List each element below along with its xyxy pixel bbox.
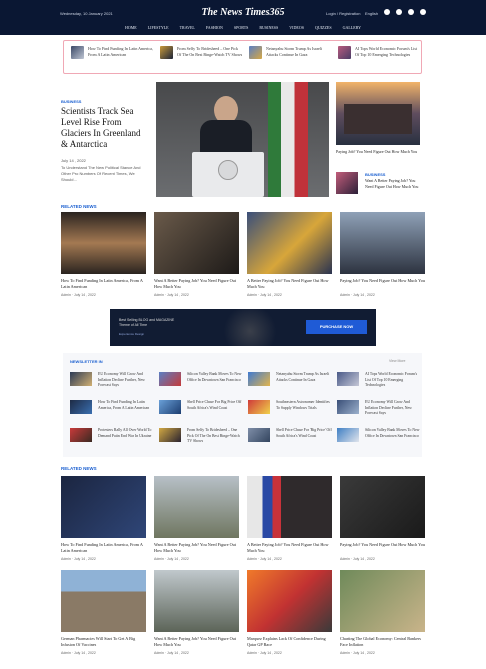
ticker-thumbnail [71, 46, 84, 59]
related-meta: Admin · July 14 , 2022 [154, 293, 189, 297]
related-meta: Admin · July 14 , 2022 [247, 557, 282, 561]
ticker-title: AI Tops World Economic Forum's List Of T… [355, 46, 418, 57]
flag-graphic [268, 82, 308, 197]
newsletter-item[interactable]: Shell Price Chase For Big Price Off Sout… [159, 400, 244, 422]
related-image[interactable] [61, 212, 146, 274]
related-image[interactable] [154, 570, 239, 632]
view-more-link[interactable]: View More [389, 359, 405, 363]
related-title[interactable]: A Better Paying Job? You Need Figure Out… [247, 542, 332, 554]
hero-date: July 14 , 2022 [61, 158, 86, 163]
related-title[interactable]: Marquez Explains Lack Of Confidence Duri… [247, 636, 332, 648]
ticker-item[interactable]: Netanyahu Storm Trump As Israeli Attacks… [249, 46, 334, 70]
ad-banner[interactable]: Best Selling BLOG and MAGAZINE Theme of A… [110, 309, 376, 346]
twitter-icon[interactable] [396, 9, 402, 15]
related-meta: Admin · July 14 , 2022 [247, 293, 282, 297]
nav-fashion[interactable]: FASHION [206, 25, 223, 30]
language-select[interactable]: English [365, 11, 378, 16]
main-nav: HOME LIFESTYLE TRAVEL FASHION SPORTS BUS… [0, 25, 486, 35]
nav-business[interactable]: BUSINESS [259, 25, 278, 30]
related-image[interactable] [340, 570, 425, 632]
related-meta: Admin · July 14 , 2022 [61, 557, 96, 561]
related-title[interactable]: Paying Job? You Need Figure Out How Much… [340, 278, 425, 284]
ticker-item[interactable]: How To Find Funding In Latin America, Fr… [71, 46, 156, 70]
hero-description: To Understand The New Political Stance A… [61, 165, 141, 182]
buildings [344, 104, 412, 134]
related-image[interactable] [247, 476, 332, 538]
ticker-title: Netanyahu Storm Trump As Israeli Attacks… [266, 46, 322, 57]
related-title[interactable]: Want A Better Paying Job? You Need Figur… [154, 278, 239, 290]
nav-videos[interactable]: VIDEOS [289, 25, 304, 30]
related-image[interactable] [247, 570, 332, 632]
related-image[interactable] [340, 212, 425, 274]
side-image[interactable] [336, 82, 420, 145]
newsletter-item[interactable]: How To Find Funding In Latin America, Fr… [70, 400, 155, 422]
related-news-heading: RELATED NEWS [61, 204, 97, 209]
ticker-thumbnail [160, 46, 173, 59]
side-caption[interactable]: Paying Job? You Need Figure Out How Much… [336, 149, 420, 155]
ticker-thumbnail [338, 46, 351, 59]
login-link[interactable]: Login / Registration [326, 11, 360, 16]
banner-image [220, 309, 280, 346]
facebook-icon[interactable] [384, 9, 390, 15]
banner-text: Best Selling BLOG and MAGAZINE Theme of A… [119, 318, 175, 327]
hero-category[interactable]: BUSINESS [61, 99, 81, 104]
related-meta: Admin · July 14 , 2022 [154, 651, 189, 655]
related-title[interactable]: How To Find Funding In Latin America, Fr… [61, 278, 146, 290]
nav-sports[interactable]: SPORTS [234, 25, 248, 30]
newsletter-heading: NEWSLETTER IN [70, 359, 103, 364]
related-news-heading-2: RELATED NEWS [61, 466, 97, 471]
related-meta: Admin · July 14 , 2022 [247, 651, 282, 655]
related-meta: Admin · July 14 , 2022 [340, 293, 375, 297]
purchase-now-button[interactable]: PURCHASE NOW [306, 320, 367, 334]
related-image[interactable] [61, 570, 146, 632]
banner-subtext: Experience Design [119, 332, 145, 336]
ticker-title: How To Find Funding In Latin America, Fr… [88, 46, 153, 57]
related-title[interactable]: Want A Better Paying Job? You Need Figur… [154, 636, 239, 648]
related-image[interactable] [154, 212, 239, 274]
hero-image[interactable] [156, 82, 329, 197]
related-title[interactable]: Want A Better Paying Job? You Need Figur… [154, 542, 239, 554]
ticker-thumbnail [249, 46, 262, 59]
hero-headline[interactable]: Scientists Track Sea Level Rise From Gla… [61, 106, 149, 150]
newsletter-item[interactable]: AI Tops World Economic Forum's List Of T… [337, 372, 422, 394]
newsletter-item[interactable]: EU Economy Will Grow And Inflation Decli… [337, 400, 422, 422]
side-item-title[interactable]: Want A Better Paying Job? You Need Figur… [365, 178, 422, 190]
newsletter-item[interactable]: Protesters Rally All Over World To Deman… [70, 428, 155, 450]
related-image[interactable] [247, 212, 332, 274]
news-ticker: How To Find Funding In Latin America, Fr… [63, 40, 422, 74]
nav-home[interactable]: HOME [125, 25, 137, 30]
ticker-item[interactable]: From Selfy To Bridesheed – One Pick Of T… [160, 46, 245, 70]
related-title[interactable]: Charting The Global Economy: Central Ban… [340, 636, 425, 648]
related-meta: Admin · July 14 , 2022 [154, 557, 189, 561]
newsletter-item[interactable]: From Selfy To Bridesheed – One Pick Of T… [159, 428, 244, 450]
nav-travel[interactable]: TRAVEL [180, 25, 195, 30]
related-title[interactable]: A Better Paying Job? You Need Figure Out… [247, 278, 332, 290]
newsletter-item[interactable]: EU Economy Will Grow And Inflation Decli… [70, 372, 155, 394]
related-meta: Admin · July 14 , 2022 [340, 557, 375, 561]
newsletter-item[interactable]: Silicon Valley Bank Moves To New Office … [159, 372, 244, 394]
related-title[interactable]: How To Find Funding In Latin America, Fr… [61, 542, 146, 554]
nav-gallery[interactable]: GALLERY [343, 25, 361, 30]
side-item-thumbnail[interactable] [336, 172, 358, 194]
related-meta: Admin · July 14 , 2022 [61, 293, 96, 297]
related-title[interactable]: German Pharmacies Will Start To Get A Bi… [61, 636, 146, 648]
ticker-title: From Selfy To Bridesheed – One Pick Of T… [177, 46, 243, 57]
related-image[interactable] [61, 476, 146, 538]
newsletter-item[interactable]: Silicon Valley Bank Moves To New Office … [337, 428, 422, 450]
newsletter-item[interactable]: Southeastern Astronomer Identifies To Su… [248, 400, 333, 422]
newsletter-item[interactable]: Shell Price Chase For 'Big Price' Off So… [248, 428, 333, 450]
newsletter-item[interactable]: Netanyahu Storm Trump As Israeli Attacks… [248, 372, 333, 394]
nav-quizzes[interactable]: QUIZZES [315, 25, 332, 30]
related-meta: Admin · July 14 , 2022 [340, 651, 375, 655]
youtube-icon[interactable] [420, 9, 426, 15]
related-image[interactable] [340, 476, 425, 538]
related-meta: Admin · July 14 , 2022 [61, 651, 96, 655]
emblem-icon [218, 160, 238, 180]
related-title[interactable]: Paying Job? You Need Figure Out How Much… [340, 542, 425, 548]
nav-lifestyle[interactable]: LIFESTYLE [148, 25, 169, 30]
ticker-item[interactable]: AI Tops World Economic Forum's List Of T… [338, 46, 423, 70]
related-image[interactable] [154, 476, 239, 538]
instagram-icon[interactable] [408, 9, 414, 15]
